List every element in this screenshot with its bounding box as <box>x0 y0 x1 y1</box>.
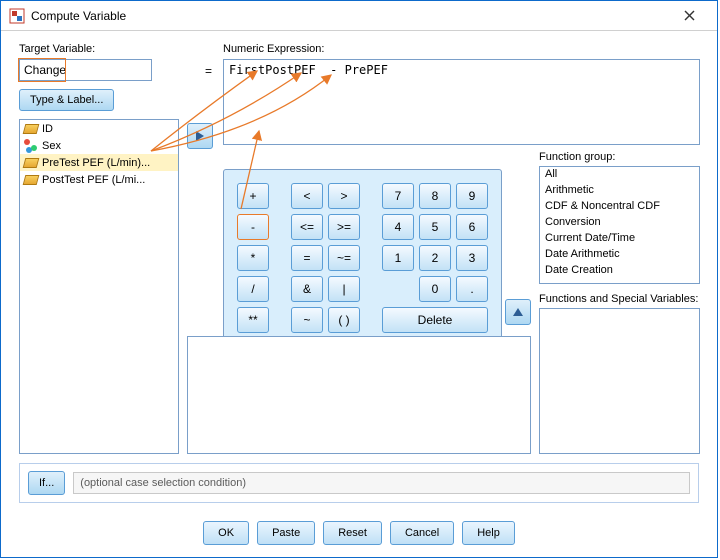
function-group-item[interactable]: Conversion <box>540 215 699 231</box>
window-title: Compute Variable <box>31 9 669 23</box>
function-group-label: Function group: <box>539 151 615 163</box>
keypad-key[interactable]: + <box>237 183 269 209</box>
condition-panel: If... <box>19 463 699 503</box>
arrow-right-icon <box>196 131 204 141</box>
function-group-item[interactable]: Arithmetic <box>540 183 699 199</box>
paste-button[interactable]: Paste <box>257 521 315 545</box>
function-group-item[interactable]: Date Creation <box>540 263 699 279</box>
keypad-key[interactable]: <= <box>291 214 323 240</box>
arrow-up-icon <box>513 308 523 316</box>
keypad-key[interactable]: ~= <box>328 245 360 271</box>
type-and-label-button[interactable]: Type & Label... <box>19 89 114 111</box>
keypad-key[interactable]: 2 <box>419 245 451 271</box>
keypad-key[interactable]: 7 <box>382 183 414 209</box>
keypad-delete[interactable]: Delete <box>382 307 488 333</box>
function-group-item[interactable]: All <box>540 167 699 183</box>
equals-sign: = <box>205 64 212 78</box>
keypad-key[interactable]: 1 <box>382 245 414 271</box>
target-variable-label: Target Variable: <box>19 43 95 55</box>
variable-name: PreTest PEF (L/min)... <box>42 157 150 169</box>
keypad-key[interactable]: 9 <box>456 183 488 209</box>
titlebar: Compute Variable <box>1 1 717 31</box>
if-button[interactable]: If... <box>28 471 65 495</box>
ruler-icon <box>23 124 40 134</box>
target-variable-input[interactable] <box>19 59 152 81</box>
keypad-[interactable]: ~ <box>291 307 323 333</box>
description-box <box>187 336 531 454</box>
numeric-expression-input[interactable]: FirstPostPEF - PrePEF <box>223 59 700 145</box>
move-function-up-button[interactable] <box>505 299 531 325</box>
keypad-key[interactable]: 5 <box>419 214 451 240</box>
variable-name: Sex <box>42 140 61 152</box>
keypad-key[interactable]: >= <box>328 214 360 240</box>
numeric-expression-label: Numeric Expression: <box>223 43 324 55</box>
variable-item[interactable]: PostTest PEF (L/mi... <box>20 171 178 188</box>
keypad-key[interactable]: / <box>237 276 269 302</box>
keypad-key[interactable]: < <box>291 183 323 209</box>
condition-text <box>73 472 690 494</box>
ruler-icon <box>23 175 40 185</box>
keypad-key[interactable]: = <box>291 245 323 271</box>
variable-list[interactable]: ID Sex PreTest PEF (L/min)... PostTest PEF … <box>19 119 179 454</box>
reset-button[interactable]: Reset <box>323 521 382 545</box>
dialog-content: Target Variable: Numeric Expression: = F… <box>1 31 717 557</box>
keypad-key[interactable]: . <box>456 276 488 302</box>
keypad-[interactable]: ( ) <box>328 307 360 333</box>
function-group-item[interactable]: Current Date/Time <box>540 231 699 247</box>
function-group-item[interactable]: CDF & Noncentral CDF <box>540 199 699 215</box>
keypad-key[interactable]: 3 <box>456 245 488 271</box>
close-button[interactable] <box>669 4 709 28</box>
keypad-key[interactable]: - <box>237 214 269 240</box>
keypad-panel: + <>789 -<=>= 456 * =~= 123 /&| 0. ** ~( ) Delete <box>223 169 502 347</box>
cancel-button[interactable]: Cancel <box>390 521 454 545</box>
app-icon <box>9 8 25 24</box>
keypad-key[interactable]: 4 <box>382 214 414 240</box>
help-button[interactable]: Help <box>462 521 515 545</box>
keypad-key[interactable]: 8 <box>419 183 451 209</box>
functions-vars-label: Functions and Special Variables: <box>539 293 698 305</box>
variable-item[interactable]: ID <box>20 120 178 137</box>
keypad-key[interactable]: 6 <box>456 214 488 240</box>
keypad-key[interactable]: 0 <box>419 276 451 302</box>
keypad-[interactable]: ** <box>237 307 269 333</box>
function-group-item[interactable]: Date Arithmetic <box>540 247 699 263</box>
ok-button[interactable]: OK <box>203 521 249 545</box>
function-group-list[interactable]: AllArithmeticCDF & Noncentral CDFConvers… <box>539 166 700 284</box>
close-icon <box>684 10 695 21</box>
functions-vars-list[interactable] <box>539 308 700 454</box>
variable-item[interactable]: PreTest PEF (L/min)... <box>20 154 178 171</box>
nominal-icon <box>24 139 38 153</box>
keypad-key[interactable]: & <box>291 276 323 302</box>
keypad-key[interactable]: > <box>328 183 360 209</box>
variable-item[interactable]: Sex <box>20 137 178 154</box>
keypad-key[interactable]: | <box>328 276 360 302</box>
if-label: If... <box>39 477 54 489</box>
variable-name: PostTest PEF (L/mi... <box>42 174 145 186</box>
compute-variable-dialog: Compute Variable Target Variable: Numeri… <box>0 0 718 558</box>
move-to-expression-button[interactable] <box>187 123 213 149</box>
keypad-key[interactable]: * <box>237 245 269 271</box>
dialog-button-row: OK Paste Reset Cancel Help <box>1 521 717 545</box>
variable-name: ID <box>42 123 53 135</box>
ruler-icon <box>23 158 40 168</box>
